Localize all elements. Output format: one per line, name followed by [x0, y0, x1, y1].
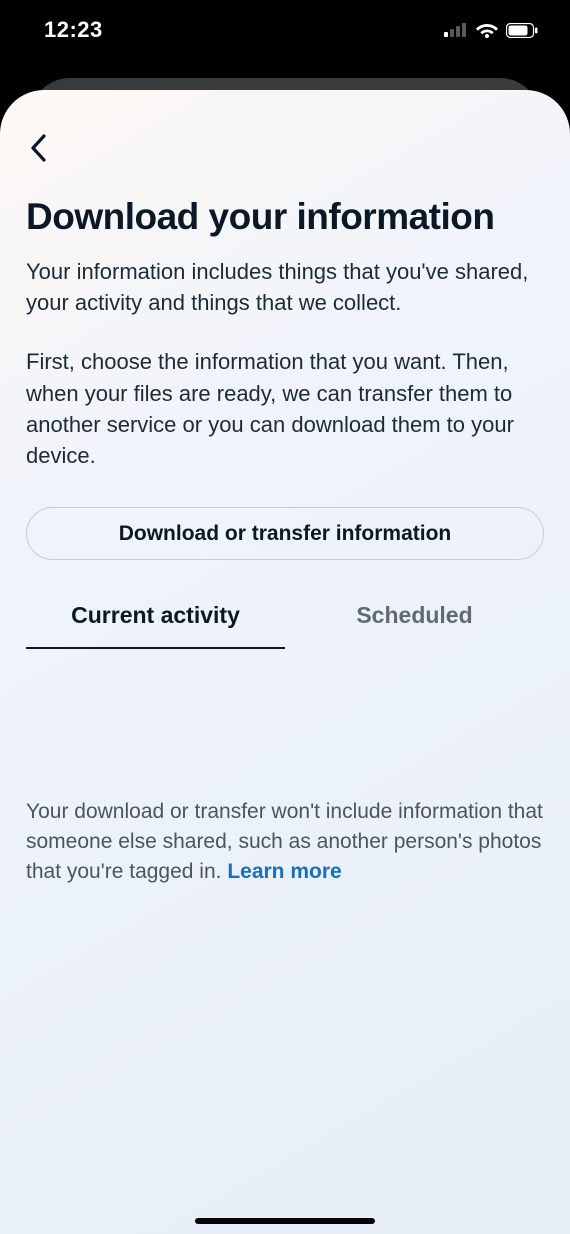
home-indicator[interactable]: [195, 1218, 375, 1224]
download-transfer-button[interactable]: Download or transfer information: [26, 507, 544, 560]
learn-more-link[interactable]: Learn more: [227, 860, 341, 883]
tabs: Current activity Scheduled: [26, 592, 544, 649]
chevron-left-icon: [30, 134, 46, 167]
tab-scheduled[interactable]: Scheduled: [285, 592, 544, 649]
device-frame: 12:23: [0, 0, 570, 1234]
footer-note: Your download or transfer won't include …: [26, 797, 544, 886]
battery-icon: [506, 23, 538, 38]
back-button[interactable]: [30, 130, 70, 170]
intro-paragraph-1: Your information includes things that yo…: [26, 256, 544, 318]
status-time: 12:23: [44, 17, 103, 43]
wifi-icon: [476, 22, 498, 38]
status-icons: [444, 22, 538, 38]
main-sheet: Download your information Your informati…: [0, 90, 570, 1234]
intro-paragraph-2: First, choose the information that you w…: [26, 346, 544, 471]
page-title: Download your information: [26, 196, 544, 238]
tab-current-activity[interactable]: Current activity: [26, 592, 285, 649]
cellular-icon: [444, 23, 468, 37]
status-bar: 12:23: [0, 0, 570, 60]
